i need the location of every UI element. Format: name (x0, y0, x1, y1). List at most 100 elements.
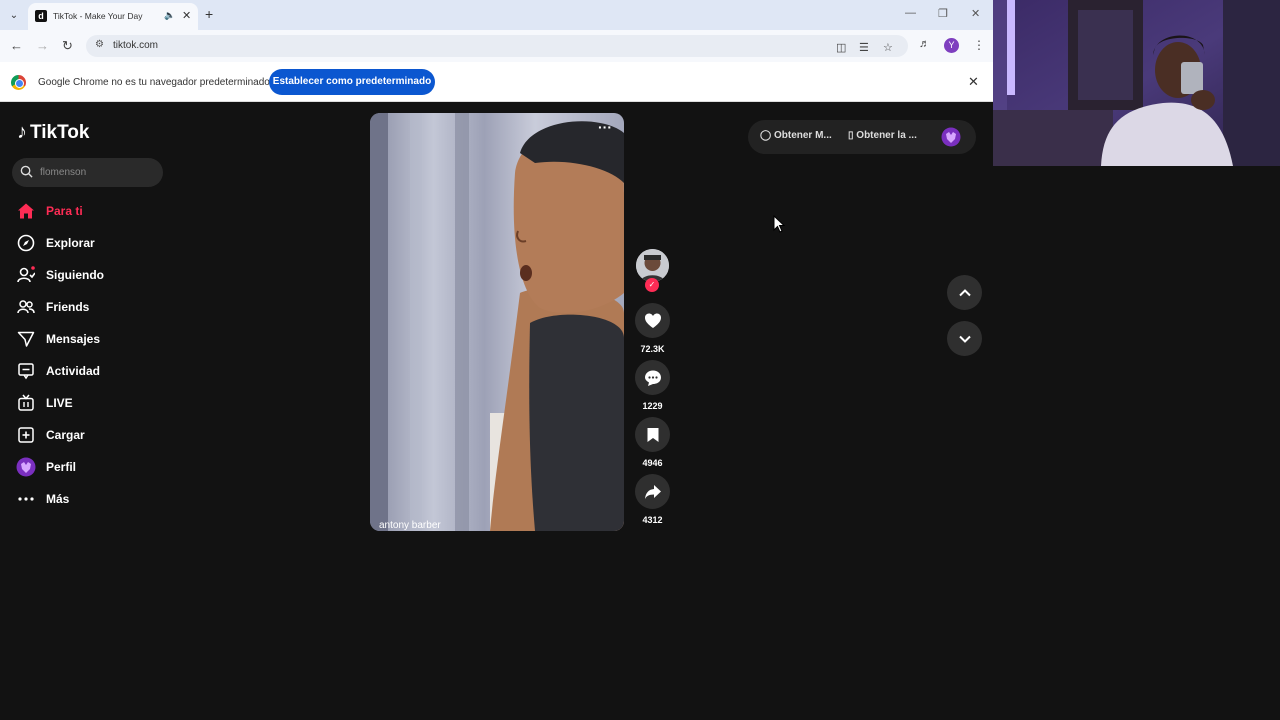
previous-video-button[interactable] (947, 275, 982, 310)
reload-icon[interactable]: ↻ (62, 38, 73, 54)
coin-icon: ◯ (760, 130, 772, 141)
video-author[interactable]: antony barber (379, 520, 441, 531)
nav-item-mensajes[interactable]: Mensajes (16, 325, 166, 353)
following-icon (16, 265, 36, 285)
tab-search-icon[interactable]: ⌄ (5, 6, 23, 24)
activity-icon (16, 361, 36, 381)
site-settings-icon[interactable]: ⚙ (95, 39, 104, 50)
nav-label: Friends (46, 300, 90, 314)
video-player[interactable]: ··· antony barber (370, 113, 624, 531)
search-input[interactable] (40, 164, 155, 181)
share-icon (644, 484, 661, 499)
chrome-logo-icon (11, 75, 26, 90)
new-tab-button[interactable]: + (205, 6, 213, 22)
nav-item-para-ti[interactable]: Para ti (16, 197, 166, 225)
nav-item-live[interactable]: LIVE (16, 389, 166, 417)
nav-label: Mensajes (46, 332, 101, 346)
search-icon (20, 165, 33, 178)
nav-label: Actividad (46, 364, 101, 378)
minimize-icon[interactable]: — (905, 7, 916, 19)
get-app-label: Obtener la ... (856, 130, 917, 141)
chevron-up-icon (958, 288, 971, 296)
tiktok-page: ♪ TikTok Para ti E (0, 102, 993, 720)
close-window-icon[interactable]: ✕ (971, 7, 980, 20)
heart-icon (644, 313, 661, 328)
search-box[interactable] (12, 158, 163, 187)
like-button[interactable] (635, 303, 670, 338)
nav-label: Perfil (46, 460, 77, 474)
nav-label: Siguiendo (46, 268, 104, 282)
close-tab-icon[interactable]: ✕ (182, 9, 191, 22)
close-infobar-icon[interactable]: ✕ (968, 74, 979, 90)
translate-icon[interactable]: ☰ (859, 41, 869, 54)
browser-tab[interactable]: d TikTok - Make Your Day 🔈 ✕ (28, 3, 198, 30)
logo-text: TikTok (30, 121, 90, 143)
nav-item-friends[interactable]: Friends (16, 293, 166, 321)
nav-item-perfil[interactable]: Perfil (16, 453, 166, 481)
like-count: 72.3K (640, 344, 665, 354)
compass-icon (16, 233, 36, 253)
default-browser-infobar: Google Chrome no es tu navegador predete… (0, 62, 993, 102)
tab-title: TikTok - Make Your Day (53, 11, 143, 21)
webcam-overlay (993, 0, 1280, 166)
nav-label: Más (46, 492, 70, 506)
profile-avatar[interactable]: Y (944, 38, 959, 53)
tab-bar: ⌄ d TikTok - Make Your Day 🔈 ✕ + — ❐ ✕ (0, 0, 993, 30)
comment-count: 1229 (642, 401, 663, 411)
upload-icon (16, 425, 36, 445)
tiktok-favicon-icon: d (35, 10, 47, 22)
media-controls-icon[interactable]: ♬ (919, 38, 930, 50)
get-coins-label: Obtener M... (773, 130, 832, 141)
browser-window: ⌄ d TikTok - Make Your Day 🔈 ✕ + — ❐ ✕ ←… (0, 0, 993, 720)
install-app-icon[interactable]: ◫ (836, 41, 846, 54)
profile-icon (16, 457, 36, 477)
nav-label: Cargar (46, 428, 85, 442)
nav-label: LIVE (46, 396, 73, 410)
get-app-link[interactable]: ▯ Obtener la ... (848, 130, 917, 141)
share-button[interactable] (635, 474, 670, 509)
nav-item-explorar[interactable]: Explorar (16, 229, 166, 257)
save-button[interactable] (635, 417, 670, 452)
nav-item-actividad[interactable]: Actividad (16, 357, 166, 385)
live-icon (16, 393, 36, 413)
more-icon (16, 489, 36, 509)
get-app-pill: ◯ Obtener M... ▯ Obtener la ... (748, 120, 976, 154)
video-frame (370, 113, 624, 531)
get-coins-link[interactable]: ◯ Obtener M... (760, 130, 832, 141)
next-video-button[interactable] (947, 321, 982, 356)
back-icon[interactable]: ← (10, 38, 23, 53)
comment-icon (644, 370, 661, 386)
browser-toolbar: ← → ↻ ⚙ tiktok.com ◫ ☰ ☆ ♬ Y ⋮ (0, 30, 993, 62)
screen: ⌄ d TikTok - Make Your Day 🔈 ✕ + — ❐ ✕ ←… (0, 0, 1280, 720)
phone-icon: ▯ (848, 130, 854, 141)
nav-label: Explorar (46, 236, 95, 250)
nav-item-cargar[interactable]: Cargar (16, 421, 166, 449)
mouse-cursor-icon (773, 215, 785, 233)
nav-label: Para ti (46, 204, 83, 218)
chevron-down-icon (958, 335, 971, 343)
audio-playing-icon[interactable]: 🔈 (164, 10, 175, 21)
home-icon (16, 201, 36, 221)
nav-item-mas[interactable]: Más (16, 485, 166, 513)
infobar-message: Google Chrome no es tu navegador predete… (38, 77, 270, 88)
nav-item-siguiendo[interactable]: Siguiendo (16, 261, 166, 289)
address-bar[interactable]: ⚙ tiktok.com ◫ ☰ ☆ (86, 35, 908, 57)
bookmark-star-icon[interactable]: ☆ (883, 41, 893, 54)
follow-check-icon[interactable]: ✓ (645, 278, 659, 292)
messages-icon (16, 329, 36, 349)
url-text[interactable]: tiktok.com (113, 40, 158, 51)
tiktok-note-icon: ♪ (17, 121, 27, 143)
set-default-button[interactable]: Establecer como predeterminado (269, 69, 435, 95)
forward-icon[interactable]: → (36, 38, 49, 53)
friends-icon (16, 297, 36, 317)
video-more-icon[interactable]: ··· (598, 119, 612, 135)
comment-button[interactable] (635, 360, 670, 395)
webcam-feed (993, 0, 1280, 166)
user-avatar-icon[interactable] (941, 127, 961, 147)
restore-icon[interactable]: ❐ (938, 7, 948, 20)
save-count: 4946 (642, 458, 663, 468)
chrome-menu-icon[interactable]: ⋮ (973, 38, 985, 52)
share-count: 4312 (642, 515, 663, 525)
bookmark-icon (647, 427, 658, 442)
tiktok-logo[interactable]: ♪ TikTok (17, 121, 89, 144)
